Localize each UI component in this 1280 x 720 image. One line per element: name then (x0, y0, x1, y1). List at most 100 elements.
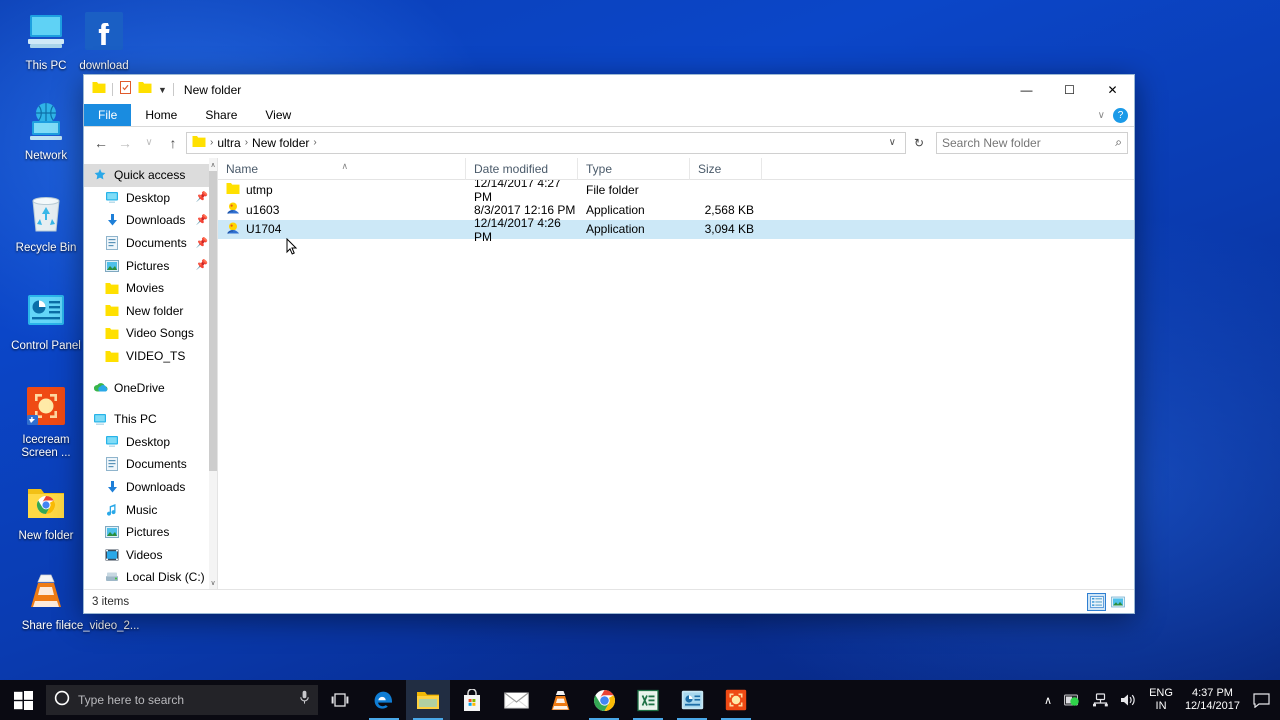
chrome-icon[interactable] (582, 680, 626, 720)
search-input[interactable]: Search New folder ⌕ (936, 131, 1128, 154)
sidebar-item-pictures[interactable]: Pictures 📌 (84, 254, 217, 277)
column-header-type[interactable]: Type (578, 157, 690, 180)
scrollbar-thumb[interactable] (209, 171, 217, 471)
sidebar-item-documents[interactable]: Documents 📌 (84, 232, 217, 255)
column-header-size[interactable]: Size (690, 157, 762, 180)
breadcrumb-item-ultra[interactable]: ultra (217, 136, 240, 150)
task-view-icon[interactable] (318, 680, 362, 720)
sidebar-item-movies[interactable]: Movies (84, 277, 217, 300)
sidebar-item-label: Documents (126, 457, 187, 472)
tab-share[interactable]: Share (191, 104, 251, 126)
sidebar-item-this-pc[interactable]: This PC (84, 408, 217, 431)
sidebar-item-videos[interactable]: Videos (84, 544, 217, 567)
sidebar-item-desktop[interactable]: Desktop 📌 (84, 187, 217, 210)
sidebar-item-onedrive[interactable]: OneDrive (84, 376, 217, 399)
documents-icon (104, 235, 120, 251)
pin-icon[interactable]: 📌 (196, 260, 208, 271)
star-icon (92, 167, 108, 183)
details-view-icon[interactable] (1087, 592, 1106, 611)
icecream-tray-icon[interactable] (1058, 693, 1086, 707)
help-button[interactable]: ? (1113, 108, 1128, 123)
navpane-scrollbar[interactable]: ∧ ∨ (209, 158, 217, 589)
sidebar-item-label: This PC (114, 412, 157, 427)
file-name: u1603 (246, 202, 280, 217)
tab-file[interactable]: File (84, 104, 132, 126)
windows-start-icon[interactable] (0, 680, 46, 720)
file-date: 12/14/2017 4:27 PM (474, 180, 561, 204)
up-button[interactable]: ↑ (162, 132, 184, 154)
desktop-icon-new-folder[interactable]: New folder (8, 478, 84, 543)
desktop-icon-download[interactable]: download (66, 8, 142, 73)
sidebar-item-quick-access[interactable]: Quick access (84, 164, 217, 187)
tab-view[interactable]: View (251, 104, 305, 126)
icecream-apps-icon[interactable] (670, 680, 714, 720)
microphone-icon[interactable] (299, 690, 310, 710)
column-header-name[interactable]: Name ∧ (218, 157, 466, 180)
notification-icon[interactable] (1246, 680, 1276, 720)
file-name: U1704 (246, 222, 282, 237)
sidebar-item-this-pc-documents[interactable]: Documents (84, 453, 217, 476)
scroll-down-arrow[interactable]: ∨ (209, 576, 217, 589)
refresh-button[interactable]: ↻ (908, 132, 930, 154)
network-tray-icon[interactable] (1086, 693, 1114, 707)
maximize-button[interactable]: ☐ (1048, 75, 1091, 104)
customize-dropdown-icon[interactable]: ▼ (158, 85, 167, 95)
pin-icon[interactable]: 📌 (196, 192, 208, 203)
desktop-icon-network[interactable]: Network (8, 98, 84, 163)
clock[interactable]: 4:37 PM 12/14/2017 (1179, 687, 1246, 713)
sidebar-item-this-pc-pictures[interactable]: Pictures (84, 521, 217, 544)
column-header-date-modified[interactable]: Date modified (466, 157, 578, 180)
edge-icon[interactable] (362, 680, 406, 720)
desktop-icon-control-panel[interactable]: Control Panel (8, 288, 84, 353)
language-indicator[interactable]: ENG IN (1143, 687, 1179, 713)
new-folder-icon[interactable] (138, 81, 152, 99)
back-button[interactable]: ← (90, 132, 112, 154)
volume-tray-icon[interactable] (1114, 693, 1143, 707)
breadcrumb[interactable]: › ultra › New folder › ∨ (186, 131, 906, 154)
folder-icon[interactable] (92, 81, 106, 99)
forward-button[interactable]: → (114, 132, 136, 154)
breadcrumb-item-new-folder[interactable]: New folder (252, 136, 309, 150)
scroll-up-arrow[interactable]: ∧ (209, 158, 217, 171)
sidebar-item-label: OneDrive (114, 380, 165, 395)
search-input[interactable]: Type here to search (46, 685, 318, 715)
chevron-down-icon[interactable]: ∨ (1098, 110, 1105, 121)
pin-icon[interactable]: 📌 (196, 238, 208, 249)
file-explorer-icon[interactable] (406, 680, 450, 720)
file-type: File folder (586, 182, 639, 197)
sidebar-item-video-songs[interactable]: Video Songs (84, 322, 217, 345)
network-icon (8, 98, 84, 146)
large-icons-view-icon[interactable] (1109, 594, 1126, 610)
icecream-recorder-icon[interactable] (714, 680, 758, 720)
table-row[interactable]: U1704 12/14/2017 4:26 PM Application 3,0… (218, 216, 1134, 244)
sidebar-item-this-pc-desktop[interactable]: Desktop (84, 431, 217, 454)
search-placeholder: Search New folder (942, 135, 1041, 150)
sidebar-item-label: Pictures (126, 258, 170, 273)
recent-locations-button[interactable]: ∨ (138, 132, 160, 154)
minimize-button[interactable]: — (1005, 75, 1048, 104)
sidebar-item-local-disk-c[interactable]: Local Disk (C:) (84, 566, 217, 589)
tab-home[interactable]: Home (131, 104, 191, 126)
excel-icon[interactable] (626, 680, 670, 720)
pin-icon[interactable]: 📌 (196, 215, 208, 226)
breadcrumb-dropdown-icon[interactable]: ∨ (885, 137, 900, 148)
properties-icon[interactable] (119, 80, 132, 99)
sidebar-item-downloads[interactable]: Downloads 📌 (84, 209, 217, 232)
sidebar-item-this-pc-downloads[interactable]: Downloads (84, 476, 217, 499)
microsoft-store-icon[interactable] (450, 680, 494, 720)
close-button[interactable]: ✕ (1091, 75, 1134, 104)
sidebar-item-new-folder[interactable]: New folder (84, 300, 217, 323)
table-row[interactable]: u1603 8/3/2017 12:16 PM Application 2,56… (218, 200, 1134, 220)
desktop-icon-icecream-screen-recorder[interactable]: Icecream Screen ... (8, 382, 84, 459)
tray-expand-icon[interactable]: ∧ (1038, 694, 1058, 707)
mail-icon[interactable] (494, 680, 538, 720)
sidebar-item-video-ts[interactable]: VIDEO_TS (84, 345, 217, 368)
window-controls: — ☐ ✕ (1005, 75, 1134, 104)
search-placeholder: Type here to search (78, 693, 185, 707)
vlc-icon[interactable] (538, 680, 582, 720)
sidebar-item-label: Downloads (126, 480, 186, 495)
desktop-icon-recycle-bin[interactable]: Recycle Bin (8, 190, 84, 255)
sidebar-item-music[interactable]: Music (84, 498, 217, 521)
table-row[interactable]: utmp 12/14/2017 4:27 PM File folder (218, 180, 1134, 204)
sidebar-item-label: VIDEO_TS (126, 349, 186, 364)
